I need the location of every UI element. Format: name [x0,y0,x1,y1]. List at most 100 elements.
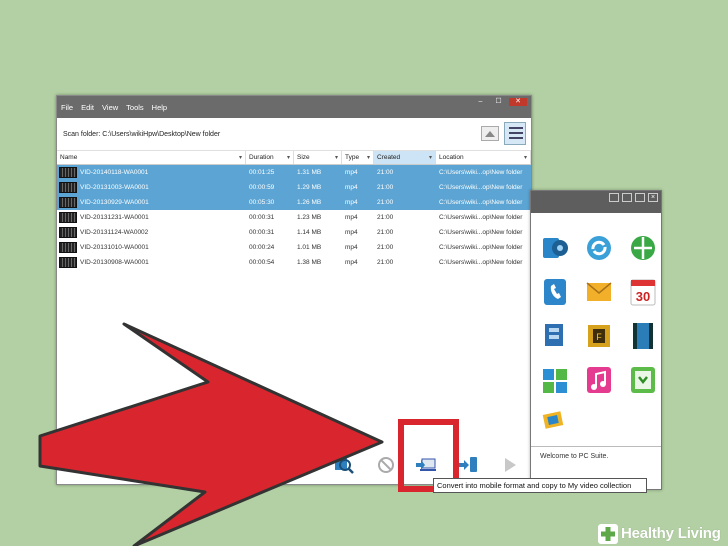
list-view-icon[interactable] [504,122,526,145]
cell-location: C:\Users\wiki...op\New folder [436,210,531,225]
close-icon[interactable]: ✕ [509,98,527,106]
settings-icon[interactable] [622,193,632,202]
column-header-location[interactable]: Location [436,151,531,165]
messages-icon[interactable] [585,277,613,307]
calendar-icon[interactable]: 30 [629,277,657,307]
calendar-day-text: 30 [636,289,650,304]
video-clip-icon[interactable] [629,321,657,351]
maximize-icon[interactable]: ☐ [491,98,506,106]
video-thumbnail-icon [59,182,77,193]
cell-created: 21:00 [374,255,436,270]
menu-tools[interactable]: Tools [126,103,144,112]
minimize-icon[interactable]: – [473,98,488,106]
cell-text: VID-20130929-WA0001 [80,199,149,206]
transfer-icon[interactable] [457,455,479,475]
cell-text: 21:00 [377,199,394,206]
music-icon[interactable] [585,365,613,395]
welcome-status: Welcome to PC Suite. [531,446,661,460]
cell-name: VID-20131010-WA0001 [57,240,246,255]
help-icon[interactable] [609,193,619,202]
cell-text: VID-20131231-WA0001 [80,214,149,221]
cell-text: C:\Users\wiki...op\New folder [439,259,523,266]
cell-text: 1.38 MB [297,259,322,266]
cell-created: 21:00 [374,225,436,240]
cell-text: 00:00:24 [249,244,275,251]
cell-name: VID-20131124-WA0002 [57,225,246,240]
backup-icon[interactable] [541,321,569,351]
cell-created: 21:00 [374,240,436,255]
cell-name: VID-20131003-WA0001 [57,180,246,195]
video-manager-icon[interactable] [541,233,569,263]
cell-text: mp4 [345,214,358,221]
column-header-created[interactable]: Created [374,151,436,165]
cell-text: 21:00 [377,244,394,251]
video-thumbnail-icon [59,257,77,268]
cell-text: 00:00:54 [249,259,275,266]
cell-type: mp4 [342,195,374,210]
title-bar: File Edit View Tools Help – ☐ ✕ [57,96,531,118]
cell-type: mp4 [342,165,374,180]
close-icon[interactable]: × [648,193,658,202]
browser-icon[interactable] [629,233,657,263]
search-video-icon[interactable] [333,455,355,475]
cell-text: VID-20130908-WA0001 [80,259,149,266]
table-row[interactable]: VID-20140118-WA0001 00:01:25 1.31 MB mp4 21:… [57,165,531,180]
minimize-icon[interactable] [635,193,645,202]
cell-duration: 00:00:31 [246,210,294,225]
thumbnail-view-icon[interactable] [481,126,499,141]
download-icon[interactable] [629,365,657,395]
cell-type: mp4 [342,210,374,225]
table-row[interactable]: VID-20130908-WA0001 00:00:54 1.38 MB mp4 21:… [57,255,531,270]
cell-text: C:\Users\wiki...op\New folder [439,199,523,206]
menu-help[interactable]: Help [152,103,167,112]
cell-text: 21:00 [377,214,394,221]
menu-view[interactable]: View [102,103,118,112]
cell-text: 1.23 MB [297,214,322,221]
cell-text: C:\Users\wiki...op\New folder [439,184,523,191]
cell-text: mp4 [345,169,358,176]
tooltip: Convert into mobile format and copy to M… [433,478,647,493]
cell-text: C:\Users\wiki...op\New folder [439,244,523,251]
video-thumbnail-icon [59,212,77,223]
video-thumbnail-icon [59,242,77,253]
cell-text: VID-20131010-WA0001 [80,244,149,251]
file-manager-icon[interactable]: F [585,321,613,351]
store-icon[interactable] [541,409,565,429]
cell-type: mp4 [342,240,374,255]
cell-location: C:\Users\wiki...op\New folder [436,240,531,255]
cell-text: 00:05:30 [249,199,275,206]
cell-text: mp4 [345,199,358,206]
cell-size: 1.23 MB [294,210,342,225]
watermark-text: Healthy Living [621,525,721,542]
column-header-size[interactable]: Size [294,151,342,165]
apps-icon[interactable] [541,365,569,395]
cell-duration: 00:00:31 [246,225,294,240]
cell-text: C:\Users\wiki...op\New folder [439,169,523,176]
video-thumbnail-icon [59,167,77,178]
menu-file[interactable]: File [61,103,73,112]
cell-location: C:\Users\wiki...op\New folder [436,180,531,195]
column-header-type[interactable]: Type [342,151,374,165]
table-row[interactable]: VID-20131010-WA0001 00:00:24 1.01 MB mp4 21:… [57,240,531,255]
video-thumbnail-icon [59,227,77,238]
table-row[interactable]: VID-20131003-WA0001 00:00:59 1.29 MB mp4 21:… [57,180,531,195]
sync-icon[interactable] [585,233,613,263]
phone-icon[interactable] [541,277,569,307]
play-icon[interactable] [499,455,521,475]
cell-text: 1.31 MB [297,169,322,176]
column-header-duration[interactable]: Duration [246,151,294,165]
app-icon-grid: 30 F [541,233,656,395]
cell-size: 1.01 MB [294,240,342,255]
table-row[interactable]: VID-20131124-WA0002 00:00:31 1.14 MB mp4 21:… [57,225,531,240]
menu-edit[interactable]: Edit [81,103,94,112]
table-row[interactable]: VID-20130929-WA0001 00:05:30 1.26 MB mp4 21:… [57,195,531,210]
cell-location: C:\Users\wiki...op\New folder [436,255,531,270]
table-row[interactable]: VID-20131231-WA0001 00:00:31 1.23 MB mp4 21:… [57,210,531,225]
cell-text: 00:00:31 [249,214,275,221]
column-header-name[interactable]: Name [57,151,246,165]
cancel-icon[interactable] [375,455,397,475]
watermark: Healthy Living [597,521,728,546]
cell-type: mp4 [342,180,374,195]
cell-size: 1.26 MB [294,195,342,210]
cell-text: mp4 [345,244,358,251]
